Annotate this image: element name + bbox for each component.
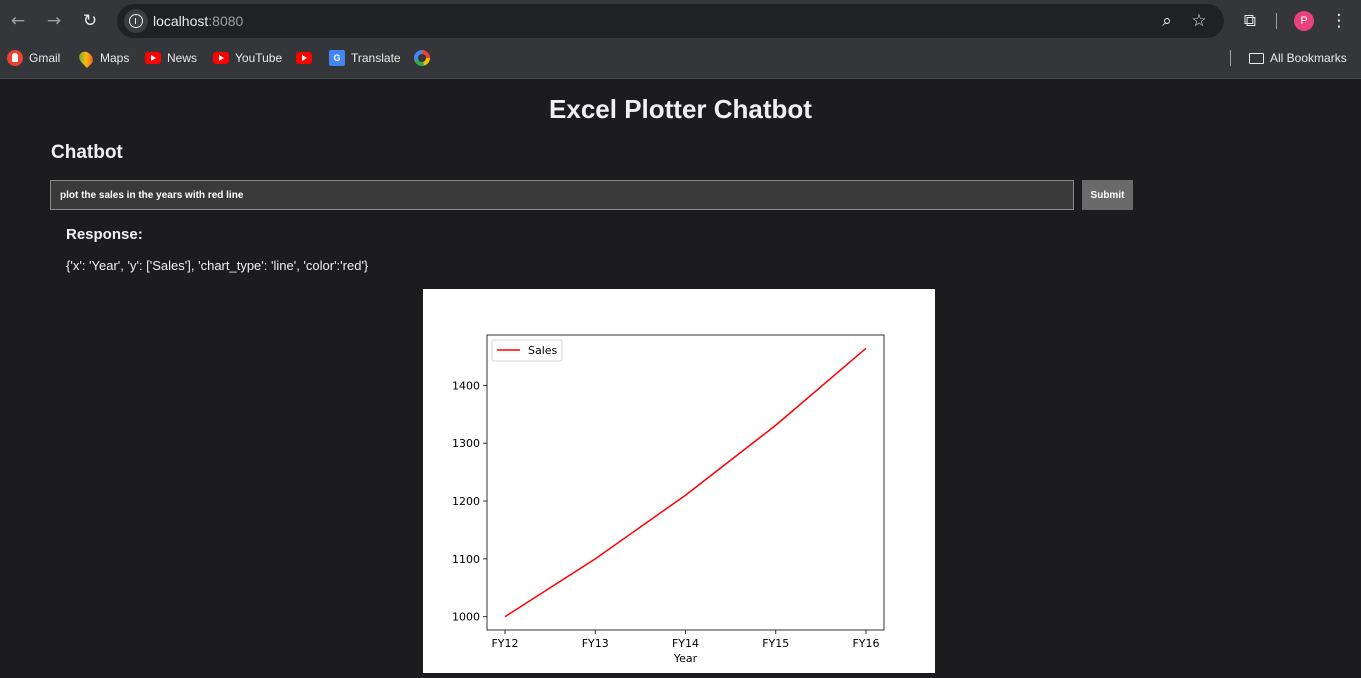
line-chart: 1000 1100 1200 1300 1400 FY12 FY13 FY14 FY15 FY16… xyxy=(452,334,885,665)
menu-kebab-icon[interactable]: ⋮ xyxy=(1326,8,1352,34)
series-line-sales xyxy=(504,347,867,618)
youtube-icon xyxy=(296,52,312,64)
bookmark-gmail[interactable]: Gmail xyxy=(7,46,60,70)
bookmark-translate[interactable]: G Translate xyxy=(329,46,401,70)
y-tick-label: 1200 xyxy=(452,495,480,508)
chart-image: 1000 1100 1200 1300 1400 FY12 FY13 FY14 FY15 FY16… xyxy=(423,289,935,673)
site-info-icon[interactable] xyxy=(124,9,148,33)
maps-icon xyxy=(76,48,96,68)
youtube-icon xyxy=(213,52,229,64)
submit-button[interactable]: Submit xyxy=(1082,180,1133,210)
gmail-icon xyxy=(7,50,23,66)
chat-input[interactable] xyxy=(50,180,1074,210)
forward-arrow-icon[interactable]: → xyxy=(41,8,67,34)
x-tick-label: FY15 xyxy=(762,637,789,650)
google-icon xyxy=(414,50,430,66)
y-tick-label: 1000 xyxy=(452,611,480,624)
translate-icon: G xyxy=(329,50,345,66)
x-tick-label: FY14 xyxy=(672,637,699,650)
bookmark-google[interactable] xyxy=(414,46,436,70)
x-tick-label: FY13 xyxy=(582,637,609,650)
x-axis-label: Year xyxy=(673,652,698,665)
reload-icon[interactable]: ↻ xyxy=(77,8,103,34)
x-tick-label: FY16 xyxy=(852,637,879,650)
plot-frame xyxy=(486,334,885,631)
zoom-icon[interactable]: ⌕ xyxy=(1156,10,1178,32)
y-tick-label: 1300 xyxy=(452,437,480,450)
response-text: {'x': 'Year', 'y': ['Sales'], 'chart_typ… xyxy=(66,258,369,273)
section-title: Chatbot xyxy=(51,142,123,163)
bookmarks-bar: Gmail Maps News YouTube G Translate All B… xyxy=(0,46,1361,70)
bookmarks-divider xyxy=(1230,50,1231,66)
y-tick-label: 1100 xyxy=(452,553,480,566)
response-title: Response: xyxy=(66,226,143,243)
bookmark-youtube[interactable]: YouTube xyxy=(213,46,282,70)
y-tick-label: 1400 xyxy=(452,379,480,392)
back-arrow-icon[interactable]: ← xyxy=(5,8,31,34)
url-text[interactable]: localhost:8080 xyxy=(153,13,243,29)
toolbar-divider xyxy=(1276,13,1277,29)
bookmark-maps[interactable]: Maps xyxy=(76,46,129,70)
profile-avatar[interactable]: P xyxy=(1294,11,1314,31)
youtube-icon xyxy=(145,52,161,64)
folder-icon xyxy=(1248,52,1264,64)
page-content: Excel Plotter Chatbot Chatbot Submit Res… xyxy=(0,80,1361,678)
browser-chrome: ← → ↻ localhost:8080 ⌕ ☆ ⧉ P ⋮ Gmail Map… xyxy=(0,0,1361,79)
bookmark-star-icon[interactable]: ☆ xyxy=(1188,10,1210,32)
address-bar[interactable]: localhost:8080 ⌕ ☆ xyxy=(117,4,1224,38)
bookmark-youtube-2[interactable] xyxy=(296,46,318,70)
bookmark-news[interactable]: News xyxy=(145,46,197,70)
legend-label: Sales xyxy=(528,344,558,357)
page-title: Excel Plotter Chatbot xyxy=(549,94,812,124)
x-tick-label: FY12 xyxy=(491,637,518,650)
extensions-icon[interactable]: ⧉ xyxy=(1237,8,1263,34)
all-bookmarks-button[interactable]: All Bookmarks xyxy=(1248,46,1347,70)
